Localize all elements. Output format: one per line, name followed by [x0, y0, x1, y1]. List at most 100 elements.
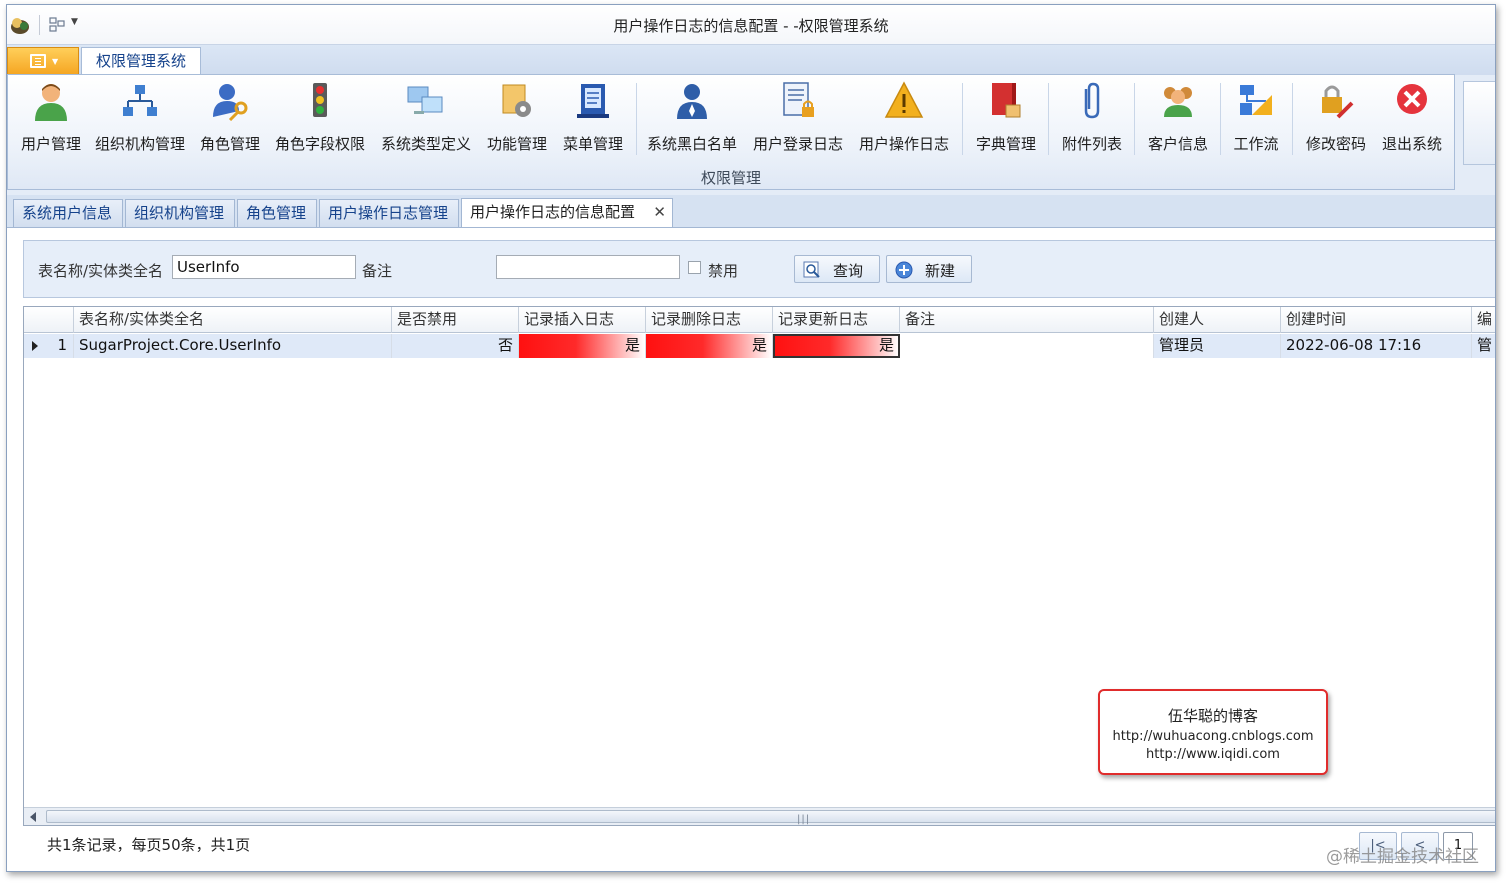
note-label: 备注: [362, 262, 393, 280]
ribbon-button-org-management[interactable]: 组织机构管理: [92, 81, 188, 159]
cell-table-name[interactable]: SugarProject.Core.UserInfo: [74, 334, 392, 358]
column-header-editor[interactable]: 编: [1472, 307, 1495, 333]
column-header-insert-log[interactable]: 记录插入日志: [519, 307, 646, 333]
ribbon-button-customer-info[interactable]: 客户信息: [1142, 81, 1214, 159]
scroll-left-icon[interactable]: [30, 812, 36, 822]
horizontal-scrollbar[interactable]: |||: [24, 807, 1495, 825]
ribbon-separator: [1220, 83, 1221, 155]
ribbon-button-dictionary-management[interactable]: 字典管理: [970, 81, 1042, 159]
tab-label: 用户操作日志管理: [328, 204, 449, 222]
list-icon: [30, 54, 46, 68]
disabled-label: 禁用: [708, 262, 739, 280]
dictionary-book-icon: [992, 83, 1021, 118]
column-header-creator[interactable]: 创建人: [1154, 307, 1281, 333]
ribbon-group-label: 权限管理: [700, 169, 761, 187]
lock-pen-icon: [1322, 85, 1354, 119]
app-window: ▼ 用户操作日志的信息配置 - -权限管理系统 ▼ 权限管理系统 用户管理 组织…: [6, 4, 1496, 872]
search-button[interactable]: 查询: [794, 255, 880, 283]
ribbon-button-menu-management[interactable]: 菜单管理: [558, 81, 628, 159]
customers-icon: [1164, 87, 1192, 117]
ribbon-button-operation-log[interactable]: 用户操作日志: [856, 81, 952, 159]
ribbon-button-label: 系统黑白名单: [646, 135, 737, 153]
tab-operation-log-management[interactable]: 用户操作日志管理: [319, 199, 459, 227]
org-chart-icon: [123, 85, 157, 116]
tab-label: 组织机构管理: [134, 204, 225, 222]
grip-icon: |||: [797, 814, 811, 825]
table-name-label: 表名称/实体类全名: [38, 262, 164, 280]
cell-insert-log[interactable]: 是: [519, 334, 646, 358]
ribbon-button-label: 退出系统: [1381, 135, 1442, 153]
exit-icon: [1397, 84, 1427, 114]
cell-delete-log[interactable]: 是: [646, 334, 773, 358]
column-header-disabled[interactable]: 是否禁用: [392, 307, 519, 333]
table-row[interactable]: 1 SugarProject.Core.UserInfo 否 是 是 是 管理员…: [24, 334, 1495, 358]
computers-icon: [407, 86, 443, 114]
ribbon-button-function-management[interactable]: 功能管理: [482, 81, 552, 159]
chevron-down-icon: ▼: [52, 57, 59, 66]
ribbon-button-label: 用户登录日志: [752, 135, 843, 153]
ribbon-button-exit-system[interactable]: 退出系统: [1376, 81, 1448, 159]
cell-update-log[interactable]: 是: [773, 334, 900, 358]
column-header-note[interactable]: 备注: [900, 307, 1154, 333]
cell-note[interactable]: [900, 334, 1154, 358]
new-button[interactable]: 新建: [886, 255, 972, 283]
document-tab-strip: 系统用户信息 组织机构管理 角色管理 用户操作日志管理 用户操作日志的信息配置 …: [7, 195, 1495, 228]
paperclip-icon: [1084, 82, 1100, 119]
ribbon-button-login-log[interactable]: 用户登录日志: [750, 81, 846, 159]
ribbon-button-label: 角色管理: [199, 135, 260, 153]
application-menu-button[interactable]: ▼: [7, 47, 79, 74]
ribbon-button-label: 修改密码: [1305, 135, 1366, 153]
cell-created-time[interactable]: 2022-06-08 17:16: [1281, 334, 1472, 358]
ribbon-button-role-management[interactable]: 角色管理: [194, 81, 266, 159]
ribbon-button-attachment-list[interactable]: 附件列表: [1056, 81, 1128, 159]
ribbon-tab-permission-system[interactable]: 权限管理系统: [81, 47, 201, 75]
disabled-checkbox[interactable]: [688, 261, 701, 274]
add-icon: [895, 261, 913, 279]
main-content: 表名称/实体类全名 备注 禁用 查询 新建: [7, 227, 1495, 871]
column-header-update-log[interactable]: 记录更新日志: [773, 307, 900, 333]
watermark-line1: 伍华聪的博客: [1167, 707, 1258, 725]
traffic-light-icon: [313, 83, 327, 117]
paging-summary: 共1条记录，每页50条，共1页: [47, 836, 251, 854]
row-indicator-icon: [32, 341, 38, 351]
ribbon-button-change-password[interactable]: 修改密码: [1300, 81, 1372, 159]
ribbon-button-role-field-permission[interactable]: 角色字段权限: [272, 81, 368, 159]
ribbon-button-label: 用户管理: [20, 135, 81, 153]
row-indicator-cell[interactable]: 1: [24, 334, 74, 358]
tab-label: 系统用户信息: [22, 204, 113, 222]
ribbon-separator: [1292, 83, 1293, 155]
ribbon-button-label: 系统类型定义: [380, 135, 471, 153]
ribbon-overflow-panel[interactable]: [1463, 81, 1495, 165]
ribbon-tab-strip: ▼ 权限管理系统: [7, 45, 1495, 75]
scrollbar-thumb[interactable]: |||: [46, 810, 1495, 825]
data-grid: 表名称/实体类全名 是否禁用 记录插入日志 记录删除日志 记录更新日志 备注 创…: [23, 306, 1495, 826]
cell-disabled[interactable]: 否: [392, 334, 519, 358]
tab-system-users[interactable]: 系统用户信息: [13, 199, 123, 227]
ribbon-button-black-white-list[interactable]: 系统黑白名单: [644, 81, 740, 159]
column-header-table-name[interactable]: 表名称/实体类全名: [74, 307, 392, 333]
cell-creator[interactable]: 管理员: [1154, 334, 1281, 358]
filter-panel: 表名称/实体类全名 备注 禁用 查询 新建: [23, 240, 1495, 298]
cell-editor[interactable]: 管: [1472, 334, 1495, 358]
note-input[interactable]: [496, 255, 680, 279]
tab-role-management[interactable]: 角色管理: [237, 199, 317, 227]
ribbon-button-label: 客户信息: [1147, 135, 1208, 153]
grid-header: 表名称/实体类全名 是否禁用 记录插入日志 记录删除日志 记录更新日志 备注 创…: [24, 307, 1495, 333]
ribbon-button-user-management[interactable]: 用户管理: [16, 81, 86, 159]
ribbon-separator: [1134, 83, 1135, 155]
column-header-delete-log[interactable]: 记录删除日志: [646, 307, 773, 333]
column-header-created-time[interactable]: 创建时间: [1281, 307, 1472, 333]
window-title: 用户操作日志的信息配置 - -权限管理系统: [613, 17, 889, 35]
ribbon-button-label: 附件列表: [1061, 135, 1122, 153]
close-icon[interactable]: ✕: [653, 199, 666, 225]
ribbon-button-workflow[interactable]: 工作流: [1228, 81, 1284, 159]
ribbon-button-label: 菜单管理: [562, 135, 623, 153]
tab-operation-log-config[interactable]: 用户操作日志的信息配置 ✕: [461, 198, 673, 228]
tab-org-management[interactable]: 组织机构管理: [125, 199, 235, 227]
ribbon-button-label: 字典管理: [975, 135, 1036, 153]
tab-label: 角色管理: [246, 204, 307, 222]
ribbon-button-system-type-definition[interactable]: 系统类型定义: [378, 81, 474, 159]
table-name-input[interactable]: [172, 255, 356, 279]
ribbon-separator: [636, 83, 637, 155]
gear-folder-icon: [502, 84, 531, 117]
